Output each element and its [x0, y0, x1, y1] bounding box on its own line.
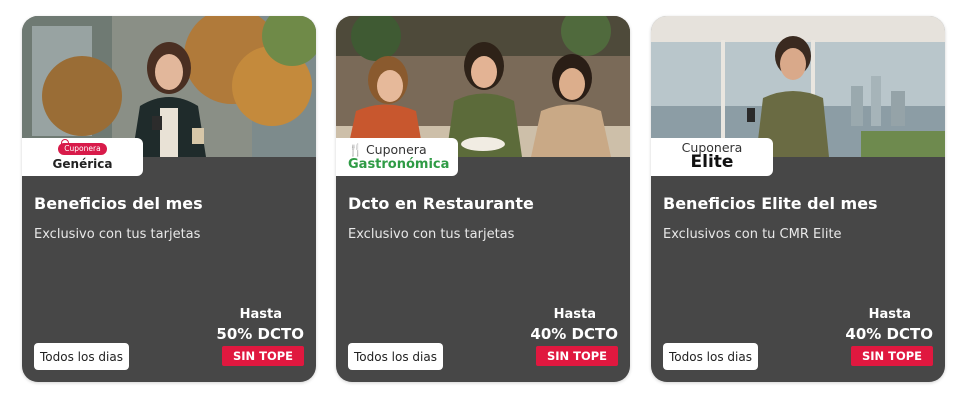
hasta-label: Hasta [553, 307, 596, 322]
discount-value: 40% DCTO [845, 325, 933, 343]
sin-tope-badge: SIN TOPE [536, 346, 618, 366]
brand-name: Genérica [52, 156, 113, 171]
days-badge: Todos los dias [663, 343, 758, 370]
three-women-at-restaurant-photo [336, 16, 630, 157]
card-subtitle: Exclusivos con tu CMR Elite [663, 227, 842, 242]
card-dcto-restaurante[interactable]: 🍴 Cuponera Gastronómica Dcto en Restaura… [336, 16, 630, 382]
days-badge: Todos los dias [34, 343, 129, 370]
card-title: Dcto en Restaurante [348, 194, 534, 213]
card-subtitle: Exclusivo con tus tarjetas [348, 227, 515, 242]
hasta-label: Hasta [239, 307, 282, 322]
utensils-icon: 🍴 [348, 142, 363, 157]
brand-gastronomica: 🍴 Cuponera Gastronómica [336, 138, 458, 176]
hasta-label: Hasta [868, 307, 911, 322]
promo-block: Hasta 50% DCTO SIN TOPE [214, 307, 304, 366]
cuponera-pill: Cuponera [58, 139, 107, 155]
discount-value: 40% DCTO [530, 325, 618, 343]
card-beneficios-elite[interactable]: Cuponera Elite Beneficios Elite del mes … [651, 16, 945, 382]
coupon-cards: Cuponera Genérica Beneficios del mes Exc… [0, 0, 965, 400]
brand-name: Elite [690, 152, 734, 173]
brand-name: Gastronómica [348, 157, 450, 172]
brand-label: Cuponera [365, 142, 427, 157]
brand-generica: Cuponera Genérica [22, 138, 143, 176]
brand-elite: Cuponera Elite [651, 138, 773, 176]
card-title: Beneficios del mes [34, 194, 203, 213]
discount-value: 50% DCTO [216, 325, 304, 343]
card-title: Beneficios Elite del mes [663, 194, 878, 213]
promo-block: Hasta 40% DCTO SIN TOPE [843, 307, 933, 366]
card-beneficios-del-mes[interactable]: Cuponera Genérica Beneficios del mes Exc… [22, 16, 316, 382]
days-badge: Todos los dias [348, 343, 443, 370]
promo-block: Hasta 40% DCTO SIN TOPE [528, 307, 618, 366]
card-subtitle: Exclusivo con tus tarjetas [34, 227, 201, 242]
sin-tope-badge: SIN TOPE [851, 346, 933, 366]
sin-tope-badge: SIN TOPE [222, 346, 304, 366]
woman-with-phone-and-coffee-photo [22, 16, 316, 157]
man-with-phone-office-photo [651, 16, 945, 157]
